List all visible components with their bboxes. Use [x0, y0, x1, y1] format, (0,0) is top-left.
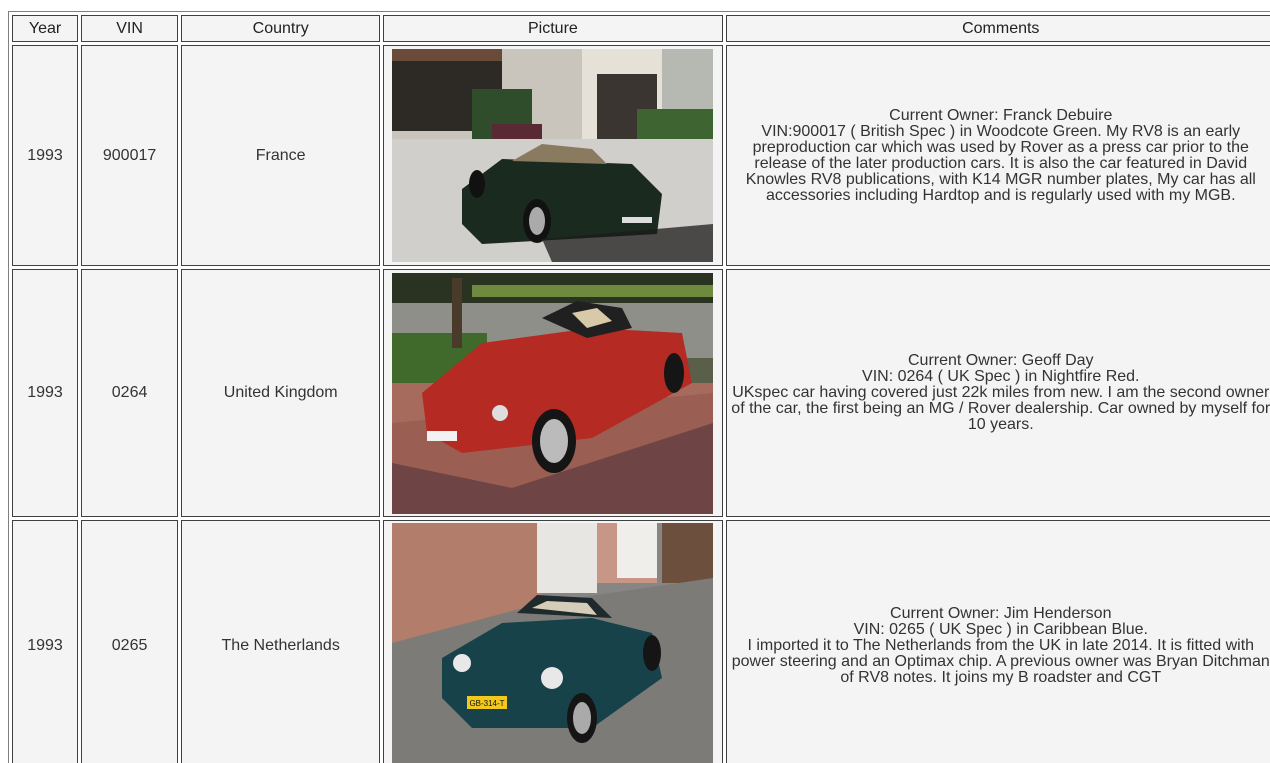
comment-line: Current Owner: Geoff Day [907, 352, 1094, 369]
page: Year VIN Country Picture Comments 1993 9… [0, 0, 1270, 763]
blue-rv8-photo[interactable]: GB-314-T [392, 523, 714, 763]
license-plate: GB-314-T [470, 699, 505, 708]
picture-cell [383, 269, 723, 517]
comment-line: I imported it to The Netherlands from th… [731, 636, 1270, 686]
table-row: 1993 0265 The Netherlands GB-314-T Curre… [12, 520, 1270, 763]
table-row: 1993 900017 France Current Owner: Franck… [12, 45, 1270, 266]
country-cell: United Kingdom [181, 269, 381, 517]
year-cell: 1993 [12, 269, 79, 517]
comment-line: Current Owner: Jim Henderson [890, 604, 1112, 622]
black-rv8-photo[interactable] [392, 49, 714, 262]
year-cell: 1993 [12, 45, 79, 266]
header-year: Year [12, 15, 79, 42]
vin-cell: 0264 [81, 269, 179, 517]
country-cell: The Netherlands [181, 520, 381, 763]
header-comments: Comments [725, 15, 1270, 42]
comment-line: Current Owner: Franck Debuire [889, 106, 1113, 124]
header-country: Country [181, 15, 381, 42]
vin-cell: 0265 [81, 520, 179, 763]
comment-line: UKspec car having covered just 22k miles… [731, 384, 1270, 433]
table-row: 1993 0264 United Kingdom Current Owner: … [12, 269, 1270, 517]
header-row: Year VIN Country Picture Comments [12, 15, 1270, 42]
vin-cell: 900017 [81, 45, 179, 266]
comments-cell: Current Owner: Franck Debuire VIN:900017… [725, 45, 1270, 266]
rv8-register-table: Year VIN Country Picture Comments 1993 9… [8, 11, 1270, 763]
red-rv8-photo[interactable] [392, 272, 714, 514]
country-cell: France [181, 45, 381, 266]
picture-cell [383, 45, 723, 266]
header-picture: Picture [383, 15, 723, 42]
comment-line: VIN: 0264 ( UK Spec ) in Nightfire Red. [862, 368, 1140, 385]
header-vin: VIN [81, 15, 179, 42]
comment-line: VIN: 0265 ( UK Spec ) in Caribbean Blue. [853, 620, 1148, 638]
comments-cell: Current Owner: Jim Henderson VIN: 0265 (… [725, 520, 1270, 763]
picture-cell: GB-314-T [383, 520, 723, 763]
year-cell: 1993 [12, 520, 79, 763]
comments-cell: Current Owner: Geoff Day VIN: 0264 ( UK … [725, 269, 1270, 517]
comment-line: VIN:900017 ( British Spec ) in Woodcote … [745, 122, 1256, 204]
